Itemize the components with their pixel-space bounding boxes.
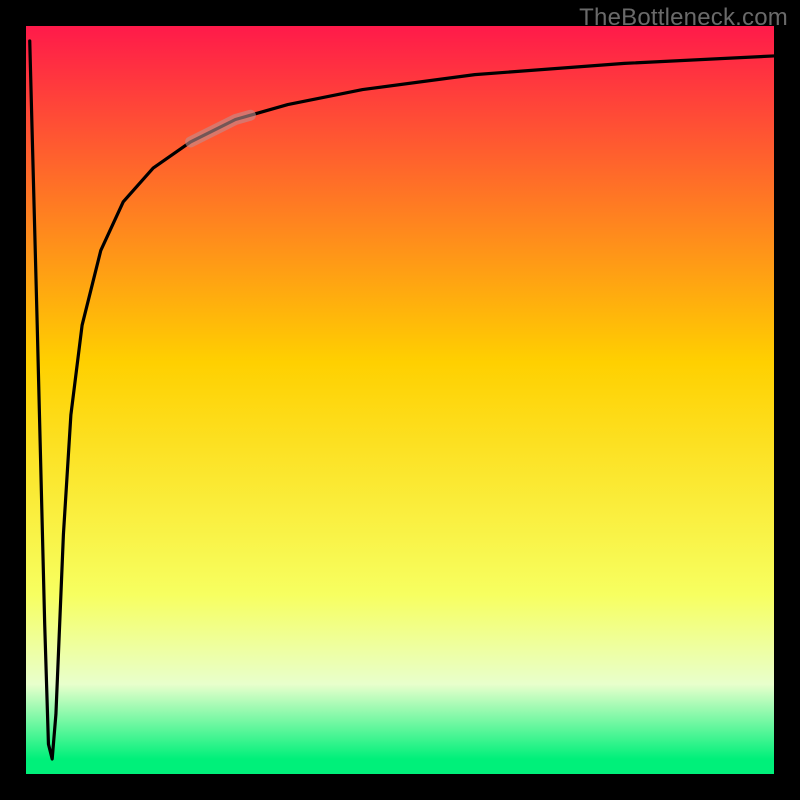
bottleneck-chart xyxy=(0,0,800,800)
gradient-background xyxy=(26,26,774,774)
watermark-text: TheBottleneck.com xyxy=(579,4,788,32)
chart-container: TheBottleneck.com xyxy=(0,0,800,800)
